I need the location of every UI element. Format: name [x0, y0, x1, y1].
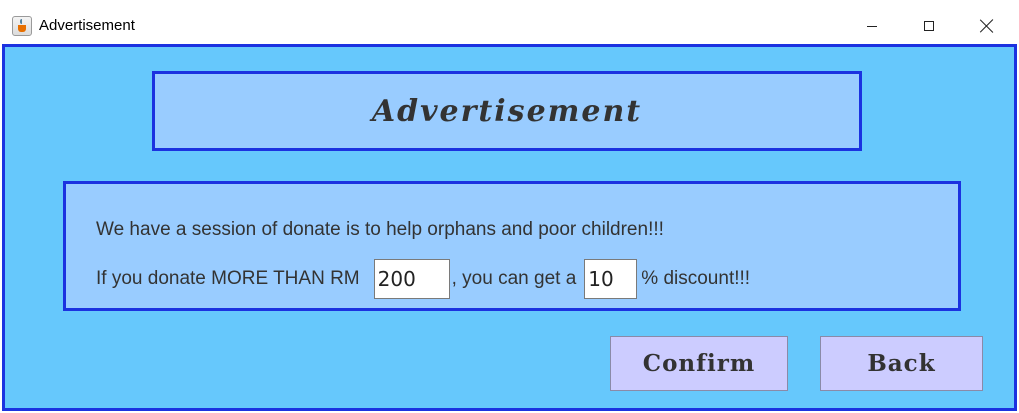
page-title: Advertisement — [371, 93, 643, 129]
close-button[interactable] — [958, 8, 1016, 44]
confirm-button[interactable]: Confirm — [610, 336, 788, 391]
donation-offer-line: If you donate MORE THAN RM , you can get… — [96, 259, 750, 299]
maximize-button[interactable] — [900, 8, 958, 44]
java-app-icon — [12, 16, 32, 36]
offer-suffix-label: % discount!!! — [641, 268, 751, 289]
content-panel: Advertisement We have a session of donat… — [2, 44, 1017, 411]
maximize-icon — [924, 21, 934, 31]
window-title: Advertisement — [39, 17, 135, 34]
offer-prefix-label: If you donate MORE THAN RM — [96, 268, 360, 289]
minimize-icon — [867, 25, 877, 27]
donation-description: We have a session of donate is to help o… — [96, 219, 664, 240]
info-panel: We have a session of donate is to help o… — [63, 181, 961, 311]
donation-amount-input[interactable] — [373, 259, 450, 299]
minimize-button[interactable] — [843, 8, 901, 44]
discount-percent-input[interactable] — [584, 259, 638, 299]
header-panel: Advertisement — [152, 71, 862, 151]
window-titlebar[interactable]: Advertisement — [0, 8, 1019, 44]
offer-middle-label: , you can get a — [451, 268, 577, 289]
close-icon — [980, 19, 994, 33]
back-button[interactable]: Back — [820, 336, 983, 391]
